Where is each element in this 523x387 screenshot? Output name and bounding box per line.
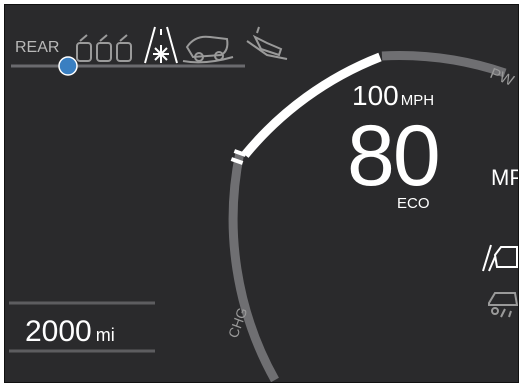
rear-wheel-drive-icon [76,34,132,62]
gauge-arc-inactive [228,151,279,382]
hill-descent-icon [246,26,288,60]
slider-knob[interactable] [58,56,78,76]
odometer-value: 2000 [25,315,92,348]
driver-attention-icon [488,292,518,318]
speed-unit: MP [491,165,518,190]
lane-keep-icon [482,244,518,272]
offroad-vehicle-icon [182,35,234,64]
gauge-arc-top [381,51,507,78]
snow-road-icon [144,26,178,64]
gauge-label-power: PW [488,65,518,90]
instrument-cluster: PW CHG REAR 100 MPH 80 M ECO 2000 mi [4,4,519,383]
screen: PW CHG REAR 100 MPH 80 M ECO 2000 mi [0,0,523,387]
odometer-unit: mi [95,325,115,345]
drive-mode: ECO [397,195,430,212]
rear-drive-label: REAR [15,39,60,56]
current-speed: 80 [347,108,441,204]
odometer: 2000 mi [25,315,115,349]
